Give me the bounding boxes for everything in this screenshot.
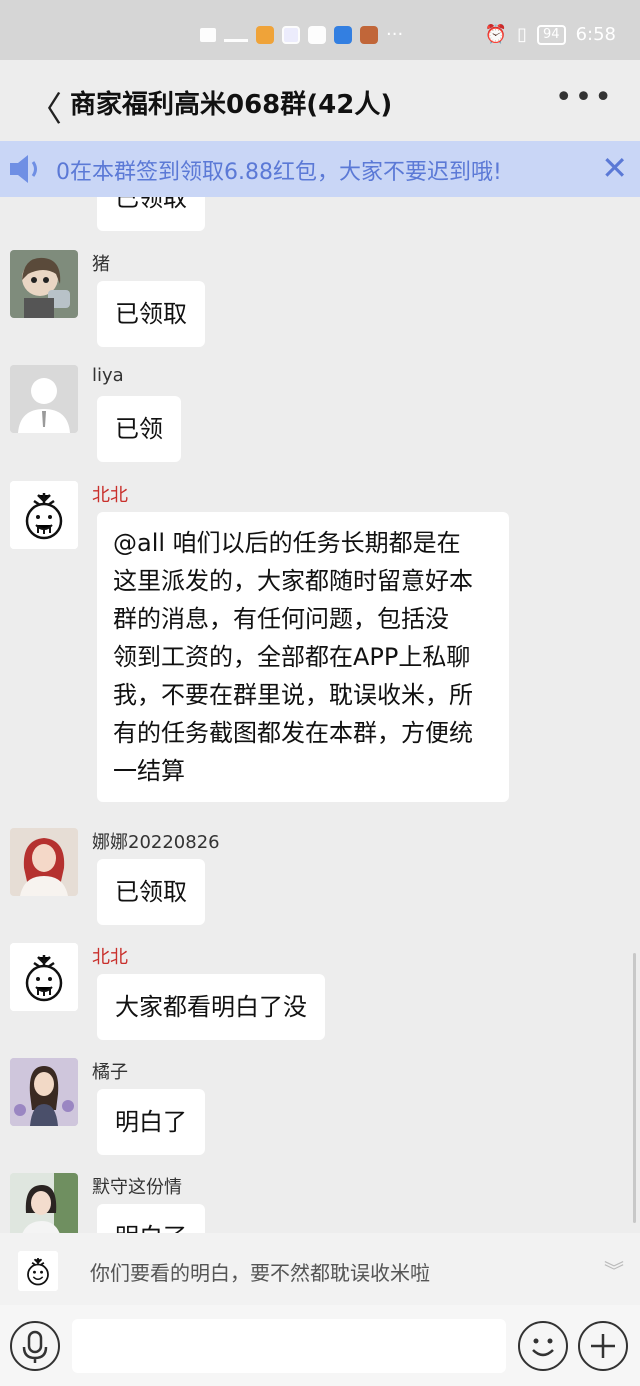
doodle-face-icon: [18, 1251, 58, 1291]
message-input[interactable]: [72, 1319, 506, 1373]
message-line: 一结算: [113, 757, 185, 785]
alarm-icon: ⏰: [484, 24, 508, 45]
latest-message-preview[interactable]: 你们要看的明白，要不然都耽误收米啦 ︾: [0, 1233, 640, 1305]
app-notification-icon: [308, 25, 326, 44]
close-icon[interactable]: ✕: [601, 149, 628, 187]
sender-name: 猪: [92, 254, 110, 275]
sender-name: 北北: [92, 947, 128, 968]
sender-name: 娜娜20220826: [92, 832, 220, 853]
vibrate-icon: ▯: [517, 24, 528, 45]
signal-icon: [224, 28, 248, 42]
app-notification-icon: [334, 25, 352, 44]
hd-icon: [200, 27, 216, 42]
woman-photo-icon: [10, 828, 78, 896]
status-icons: ···: [200, 24, 403, 45]
avatar[interactable]: [10, 1173, 78, 1233]
status-bar: ··· ⏰ ▯ 94 6:58: [0, 0, 640, 60]
emoji-button[interactable]: [518, 1321, 568, 1371]
app-notification-icon: [256, 25, 274, 44]
message-bubble[interactable]: 已领取: [97, 197, 205, 231]
message-bubble[interactable]: @all 咱们以后的任务长期都是在 这里派发的，大家都随时留意好本 群的消息，有…: [97, 512, 509, 802]
notice-text: 0在本群签到领取6.88红包，大家不要迟到哦!: [56, 160, 502, 185]
message-line: 这里派发的，大家都随时留意好本: [113, 567, 473, 595]
preview-text: 你们要看的明白，要不然都耽误收米啦: [90, 1261, 430, 1285]
cartoon-girl-avatar-icon: [10, 250, 78, 318]
avatar[interactable]: [10, 250, 78, 318]
message-bubble[interactable]: 大家都看明白了没: [97, 974, 325, 1040]
scrollbar[interactable]: [633, 953, 636, 1223]
chevron-down-icon[interactable]: ︾: [604, 1255, 624, 1284]
chat-header: 〈 商家福利高米068群(42人) •••: [0, 60, 640, 142]
more-actions-button[interactable]: [578, 1321, 628, 1371]
default-person-icon: [10, 365, 78, 433]
avatar[interactable]: [10, 828, 78, 896]
more-options-button[interactable]: •••: [555, 80, 614, 115]
more-notifications: ···: [386, 24, 404, 45]
app-notification-icon: [360, 25, 378, 44]
microphone-icon: [22, 1330, 48, 1363]
chat-title: 商家福利高米068群(42人): [70, 90, 393, 120]
message-line: 领到工资的，全部都在APP上私聊: [113, 643, 471, 671]
group-notice-banner[interactable]: 0在本群签到领取6.88红包，大家不要迟到哦! ✕: [0, 141, 640, 197]
app-notification-icon: [282, 25, 300, 44]
woman-photo-icon: [10, 1173, 78, 1233]
status-right: ⏰ ▯ 94 6:58: [485, 24, 616, 45]
avatar[interactable]: [10, 365, 78, 433]
back-button[interactable]: 〈: [28, 82, 62, 131]
message-line: @all 咱们以后的任务长期都是在: [113, 529, 461, 557]
illustrated-girl-icon: [10, 1058, 78, 1126]
input-bar: [0, 1305, 640, 1386]
voice-input-button[interactable]: [10, 1321, 60, 1371]
plus-icon: [591, 1334, 615, 1358]
doodle-face-icon: [10, 943, 78, 1011]
message-line: 有的任务截图都发在本群，方便统: [113, 719, 473, 747]
avatar: [18, 1251, 58, 1291]
avatar[interactable]: [10, 481, 78, 549]
message-bubble[interactable]: 已领取: [97, 859, 205, 925]
message-bubble[interactable]: 已领取: [97, 281, 205, 347]
sender-name: liya: [92, 365, 124, 386]
doodle-face-icon: [10, 481, 78, 549]
sender-name: 默守这份情: [92, 1177, 182, 1198]
battery-indicator: 94: [537, 24, 566, 45]
message-line: 我，不要在群里说，耽误收米，所: [113, 681, 473, 709]
avatar[interactable]: [10, 1058, 78, 1126]
smiley-icon: [532, 1338, 554, 1357]
message-line: 群的消息，有任何问题，包括没: [113, 605, 449, 633]
message-list[interactable]: 已领取 猪 已领取 liya 已领 北北 @all 咱们以后的任务长期都是在 这…: [0, 197, 640, 1233]
sender-name: 北北: [92, 485, 128, 506]
message-bubble[interactable]: 明白了: [97, 1089, 205, 1155]
speaker-icon: [10, 155, 37, 183]
message-bubble[interactable]: 明白了: [97, 1204, 205, 1233]
sender-name: 橘子: [92, 1062, 128, 1083]
clock: 6:58: [575, 24, 616, 45]
message-bubble[interactable]: 已领: [97, 396, 181, 462]
avatar[interactable]: [10, 943, 78, 1011]
